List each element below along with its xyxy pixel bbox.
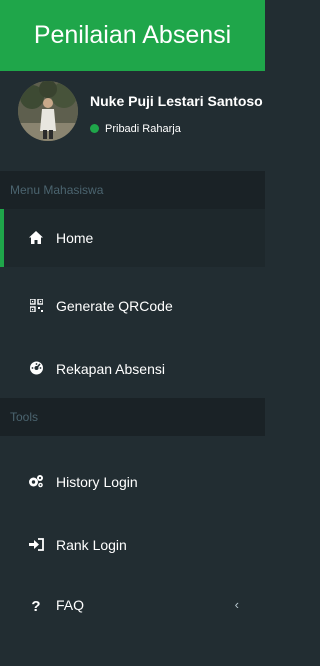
user-panel: Nuke Puji Lestari Santoso Pribadi Raharj… xyxy=(0,71,265,171)
sidebar-item-faq[interactable]: ? FAQ ‹ xyxy=(0,576,265,634)
user-name: Nuke Puji Lestari Santoso xyxy=(90,93,263,109)
sidebar-item-label: FAQ xyxy=(56,597,85,613)
sidebar-item-home[interactable]: Home xyxy=(0,209,265,267)
sidebar-item-label: Generate QRCode xyxy=(56,298,173,314)
question-icon: ? xyxy=(31,598,41,615)
dashboard-icon xyxy=(28,342,44,400)
sidebar-item-label: Rekapan Absensi xyxy=(56,361,165,377)
sidebar-item-label: Rank Login xyxy=(56,537,127,553)
brand-header[interactable]: Penilaian Absensi xyxy=(0,0,265,71)
user-status-text: Pribadi Raharja xyxy=(105,123,181,135)
gears-icon xyxy=(28,455,44,513)
chevron-left-icon[interactable]: ‹ xyxy=(235,576,239,634)
sidebar-item-generate-qrcode[interactable]: Generate QRCode xyxy=(0,277,265,335)
user-status: Pribadi Raharja xyxy=(90,123,181,135)
sign-in-icon xyxy=(28,518,44,576)
tools-section-header-label: Tools xyxy=(10,410,39,424)
avatar xyxy=(18,81,78,141)
sidebar-item-rank-login[interactable]: Rank Login xyxy=(0,516,265,574)
sidebar-item-rekapan-absensi[interactable]: Rekapan Absensi xyxy=(0,340,265,398)
home-icon xyxy=(28,211,44,269)
sidebar-item-history-login[interactable]: History Login xyxy=(0,453,265,511)
qrcode-icon xyxy=(28,279,44,337)
tools-section-header: Tools xyxy=(0,398,265,436)
menu-section-header-label: Menu Mahasiswa xyxy=(10,183,104,197)
sidebar-item-label: Home xyxy=(56,230,94,246)
online-status-icon xyxy=(90,124,99,133)
menu-section-header: Menu Mahasiswa xyxy=(0,171,265,209)
brand-title: Penilaian Absensi xyxy=(33,21,232,49)
sidebar-item-label: History Login xyxy=(56,474,138,490)
